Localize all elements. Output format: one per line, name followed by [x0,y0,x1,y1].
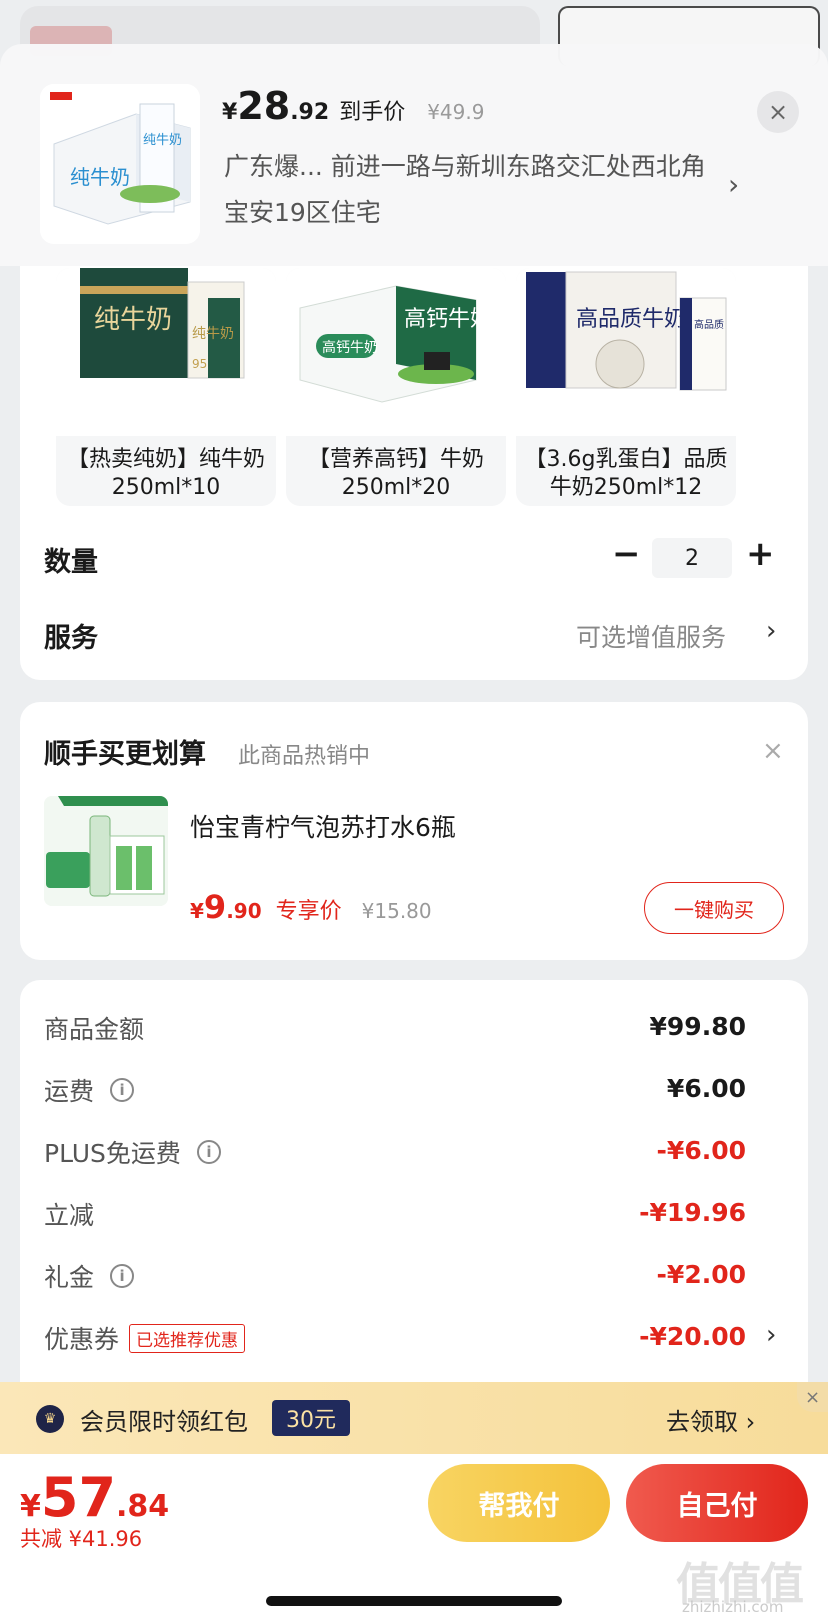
shipping-label: 运费 i [44,1072,135,1108]
original-price: ¥15.80 [361,899,432,923]
close-icon[interactable]: × [757,91,799,133]
price-decimal: .90 [226,899,262,923]
service-value[interactable]: 可选增值服务 [576,618,726,654]
banner-text: 会员限时领红包 [80,1408,248,1436]
currency-symbol: ¥ [20,1489,41,1524]
discount-value: -¥19.96 [639,1198,746,1227]
price-integer: 9 [203,888,227,926]
total-integer: 57 [40,1466,117,1529]
svg-text:纯牛奶: 纯牛奶 [143,133,182,148]
product-option-3[interactable]: 高品质牛奶 高品质 【3.6g乳蛋白】品质牛奶250ml*12 [516,268,736,506]
gift-cash-text: 礼金 [44,1263,95,1292]
coupon-label[interactable]: 优惠券 已选推荐优惠 [44,1320,246,1356]
currency-symbol: ¥ [222,100,238,125]
coupon-text: 优惠券 [44,1325,120,1354]
svg-text:纯牛奶: 纯牛奶 [70,165,130,189]
addon-title: 顺手买更划算 [44,739,206,770]
addon-product-image [44,796,168,906]
gift-cash-label: 礼金 i [44,1258,135,1294]
banner-amount-badge: 30元 [272,1400,350,1436]
info-icon[interactable]: i [110,1078,135,1102]
svg-text:纯牛奶: 纯牛奶 [94,305,172,335]
plus-free-shipping-text: PLUS免运费 [44,1139,181,1168]
product-thumbnail: 纯牛奶 纯牛奶 [40,84,200,244]
product-option-image: 高品质牛奶 高品质 [516,268,736,436]
addon-price: ¥ 9 .90 专享价 ¥15.80 [190,888,432,926]
quantity-plus-button[interactable]: + [746,534,775,574]
svg-text:高品质牛奶: 高品质牛奶 [576,307,686,332]
goods-amount-text: 商品金额 [44,1015,145,1044]
info-icon[interactable]: i [196,1140,221,1164]
svg-text:高品质: 高品质 [694,318,724,331]
svg-text:纯牛奶: 纯牛奶 [192,326,234,342]
product-header-sheet: 纯牛奶 纯牛奶 ¥ 28 .92 到手价 ¥49.9 广东爆... 前进一路与新… [0,44,828,266]
currency-symbol: ¥ [190,899,204,923]
total-decimal: .84 [116,1489,170,1524]
watermark-url: zhizhizhi.com [682,1598,784,1616]
product-option-name: 【热卖纯奶】纯牛奶250ml*10 [66,447,265,500]
product-option-2[interactable]: 高钙牛奶 高钙牛奶 【营养高钙】牛奶250ml*20 [286,268,506,506]
product-option-image: 纯牛奶 纯牛奶 95 [56,268,276,436]
product-option-name: 【3.6g乳蛋白】品质牛奶250ml*12 [524,447,728,500]
one-click-buy-button[interactable]: 一键购买 [644,882,784,934]
svg-text:高钙牛奶: 高钙牛奶 [322,339,378,356]
svg-text:高钙牛奶: 高钙牛奶 [404,307,492,332]
shipping-text: 运费 [44,1077,95,1106]
pay-myself-button[interactable]: 自己付 [626,1464,808,1542]
info-icon[interactable]: i [110,1264,135,1288]
coupon-value[interactable]: -¥20.00 [546,1322,746,1351]
product-option-image: 高钙牛奶 高钙牛奶 [286,268,506,436]
price-decimal: .92 [290,100,330,125]
home-indicator[interactable] [266,1596,562,1606]
total-price: ¥ 57 .84 [20,1466,169,1529]
goods-amount-label: 商品金额 [44,1010,144,1046]
goods-amount-value: ¥99.80 [649,1012,746,1041]
price-label: 到手价 [339,100,406,125]
address-chevron-icon[interactable]: › [728,168,739,201]
banner-close-icon[interactable]: × [797,1382,828,1412]
coupon-tag: 已选推荐优惠 [129,1323,246,1353]
product-option-1[interactable]: 纯牛奶 纯牛奶 95 【热卖纯奶】纯牛奶250ml*10 [56,268,276,506]
original-price: ¥49.9 [427,100,485,124]
quantity-input[interactable]: 2 [652,538,732,578]
quantity-label: 数量 [44,547,98,578]
crown-icon: ♛ [36,1405,64,1433]
plus-free-shipping-value: -¥6.00 [656,1136,746,1165]
service-chevron-icon[interactable]: › [766,616,776,646]
product-option-name: 【营养高钙】牛奶250ml*20 [307,447,484,500]
svg-text:95: 95 [192,357,207,371]
delivery-address[interactable]: 广东爆... 前进一路与新圳东路交汇处西北角宝安19区住宅 [224,144,714,236]
addon-product-name: 怡宝青柠气泡苏打水6瓶 [190,813,456,842]
quantity-minus-button[interactable]: − [612,534,641,574]
gift-cash-value: -¥2.00 [656,1260,746,1289]
discount-text: 立减 [44,1201,95,1230]
total-saved: 共减 ¥41.96 [20,1527,143,1551]
header-price: ¥ 28 .92 到手价 ¥49.9 [222,84,484,128]
shipping-value: ¥6.00 [666,1074,746,1103]
coupon-chevron-icon[interactable]: › [766,1320,776,1350]
addon-subtitle: 此商品热销中 [238,744,371,769]
price-label: 专享价 [275,899,342,924]
plus-free-shipping-label: PLUS免运费 i [44,1134,221,1170]
price-integer: 28 [237,84,291,128]
help-me-pay-button[interactable]: 帮我付 [428,1464,610,1542]
addon-close-icon[interactable]: × [762,736,784,766]
claim-button[interactable]: 去领取 › [666,1402,755,1437]
service-label: 服务 [44,623,98,654]
discount-label: 立减 [44,1196,94,1232]
